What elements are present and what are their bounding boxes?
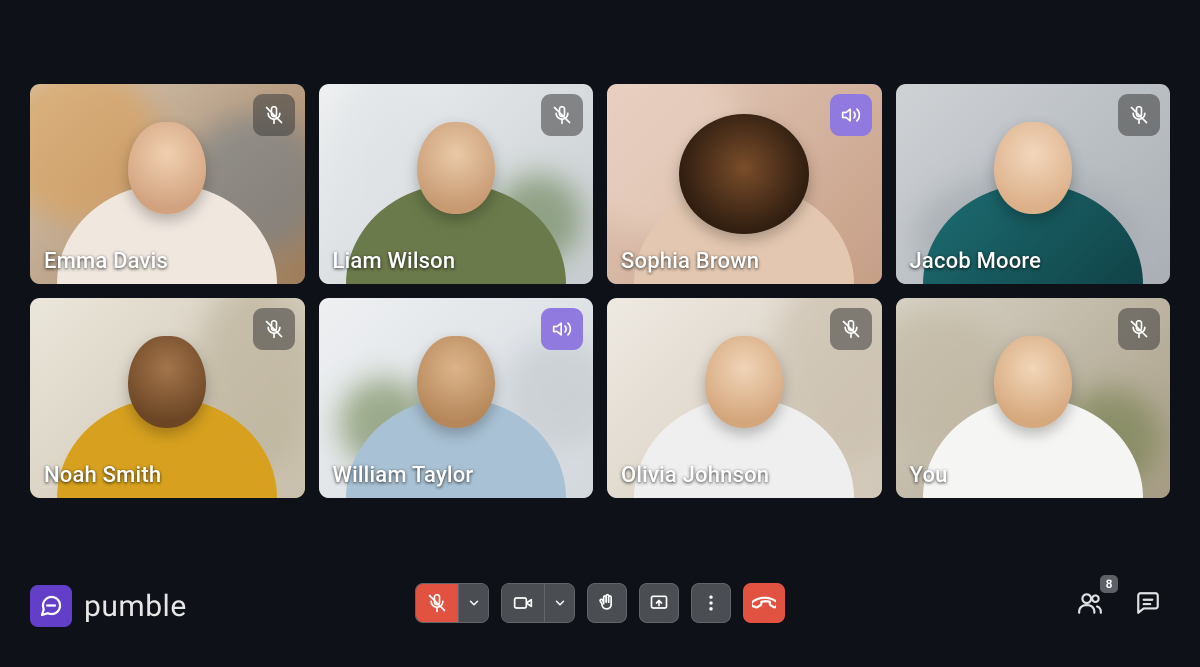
call-toolbar — [415, 583, 785, 623]
brand-name: pumble — [84, 589, 187, 624]
speaking-badge — [830, 94, 872, 136]
mic-off-icon — [552, 105, 572, 125]
speaker-icon — [841, 105, 861, 125]
mic-options-button[interactable] — [458, 584, 488, 622]
mic-muted-badge — [541, 94, 583, 136]
mic-muted-badge — [830, 308, 872, 350]
chat-button[interactable] — [1126, 583, 1170, 623]
toggle-camera-button[interactable] — [502, 584, 544, 622]
participant-count-badge: 8 — [1100, 575, 1118, 593]
speaker-icon — [552, 319, 572, 339]
participants-icon — [1077, 590, 1103, 616]
participant-tile[interactable]: Liam Wilson — [319, 84, 594, 284]
participants-button[interactable]: 8 — [1068, 583, 1112, 623]
participants-grid: Emma Davis Liam Wilson — [30, 84, 1170, 498]
share-screen-button[interactable] — [639, 583, 679, 623]
share-screen-icon — [649, 593, 669, 613]
participant-tile[interactable]: William Taylor — [319, 298, 594, 498]
more-options-button[interactable] — [691, 583, 731, 623]
mic-off-icon — [427, 593, 447, 613]
participant-tile[interactable]: Emma Davis — [30, 84, 305, 284]
mic-muted-badge — [1118, 94, 1160, 136]
right-controls: 8 — [1068, 583, 1170, 623]
video-placeholder — [705, 336, 783, 428]
participant-tile[interactable]: Jacob Moore — [896, 84, 1171, 284]
raise-hand-button[interactable] — [587, 583, 627, 623]
mic-off-icon — [1129, 105, 1149, 125]
participant-tile[interactable]: You — [896, 298, 1171, 498]
video-icon — [513, 593, 533, 613]
mic-off-icon — [841, 319, 861, 339]
video-placeholder — [679, 114, 809, 234]
mic-off-icon — [264, 319, 284, 339]
brand: pumble — [30, 585, 187, 627]
participant-tile[interactable]: Noah Smith — [30, 298, 305, 498]
chat-icon — [1135, 590, 1161, 616]
mic-muted-badge — [253, 94, 295, 136]
chevron-down-icon — [553, 596, 567, 610]
mic-muted-badge — [1118, 308, 1160, 350]
video-placeholder — [128, 122, 206, 214]
brand-logo-icon — [30, 585, 72, 627]
participant-tile[interactable]: Olivia Johnson — [607, 298, 882, 498]
video-placeholder — [417, 336, 495, 428]
video-placeholder — [994, 336, 1072, 428]
hangup-icon — [752, 591, 776, 615]
mic-off-icon — [1129, 319, 1149, 339]
video-placeholder — [994, 122, 1072, 214]
chevron-down-icon — [467, 596, 481, 610]
video-placeholder — [128, 336, 206, 428]
video-placeholder — [417, 122, 495, 214]
participant-tile[interactable]: Sophia Brown — [607, 84, 882, 284]
toggle-mic-button[interactable] — [416, 584, 458, 622]
camera-split-button — [501, 583, 575, 623]
camera-options-button[interactable] — [544, 584, 574, 622]
mic-off-icon — [264, 105, 284, 125]
more-vertical-icon — [701, 593, 721, 613]
video-call-page: Emma Davis Liam Wilson — [0, 0, 1200, 667]
speaking-badge — [541, 308, 583, 350]
hangup-button[interactable] — [743, 583, 785, 623]
mic-muted-badge — [253, 308, 295, 350]
mic-split-button — [415, 583, 489, 623]
raise-hand-icon — [597, 593, 617, 613]
